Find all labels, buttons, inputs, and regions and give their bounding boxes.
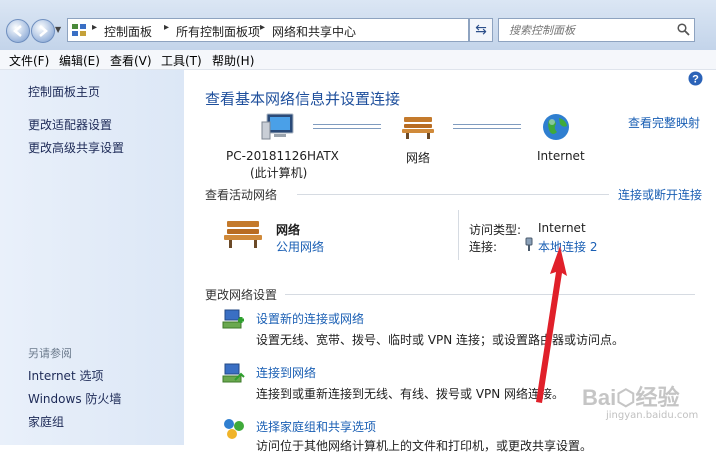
task-new-connection-link[interactable]: 设置新的连接或网络	[256, 310, 364, 327]
map-connector-line	[313, 124, 381, 129]
refresh-icon: ⇆	[475, 22, 487, 38]
map-connector-line	[453, 124, 521, 129]
section-divider	[297, 194, 609, 195]
control-panel-icon	[72, 24, 86, 36]
computer-subtitle: (此计算机)	[250, 166, 308, 180]
connect-disconnect-link[interactable]: 连接或断开连接	[618, 186, 702, 203]
breadcrumb-separator-icon: ▸	[92, 22, 98, 33]
watermark-url: jingyan.baidu.com	[606, 410, 699, 421]
address-bar-area: ▼ ▸ 控制面板 ▸ 所有控制面板项 ▸ 网络和共享中心 ▼ ⇆	[0, 0, 716, 50]
sidebar-item-homegroup[interactable]: 家庭组	[28, 413, 64, 430]
network-bench-icon[interactable]	[401, 114, 435, 140]
menu-tools[interactable]: 工具(T)	[161, 52, 202, 69]
network-label: 网络	[406, 151, 431, 165]
search-icon[interactable]	[677, 23, 690, 36]
sidebar-item-home[interactable]: 控制面板主页	[28, 83, 100, 100]
vertical-divider	[458, 210, 459, 260]
breadcrumb-control-panel[interactable]: 控制面板	[104, 23, 152, 40]
back-arrow-icon	[13, 25, 22, 37]
sidebar-item-internet-options[interactable]: Internet 选项	[28, 367, 103, 384]
internet-label: Internet	[537, 149, 585, 163]
search-input[interactable]	[507, 19, 681, 41]
sidebar-item-firewall[interactable]: Windows 防火墙	[28, 390, 121, 407]
computer-icon[interactable]	[261, 112, 295, 142]
active-networks-heading: 查看活动网络	[205, 188, 278, 202]
svg-text:?: ?	[692, 74, 699, 86]
internet-globe-icon[interactable]	[541, 112, 571, 142]
network-type-link[interactable]: 公用网络	[276, 238, 324, 255]
section-divider	[285, 294, 695, 295]
sidebar-item-advanced-sharing[interactable]: 更改高级共享设置	[28, 139, 124, 156]
refresh-button[interactable]: ⇆	[469, 18, 493, 42]
back-button[interactable]	[6, 19, 30, 43]
view-full-map-link[interactable]: 查看完整映射	[628, 114, 700, 131]
access-type-value: Internet	[538, 221, 586, 235]
homegroup-icon	[224, 419, 244, 439]
forward-button[interactable]	[31, 19, 55, 43]
breadcrumb[interactable]: ▸ 控制面板 ▸ 所有控制面板项 ▸ 网络和共享中心 ▼	[67, 18, 528, 42]
network-bench-icon	[224, 221, 262, 248]
task-connect-network-link[interactable]: 连接到网络	[256, 364, 316, 381]
watermark-logo: Bai⬡经验	[582, 385, 680, 410]
page-title: 查看基本网络信息并设置连接	[205, 90, 401, 108]
see-also-heading: 另请参阅	[28, 347, 72, 360]
change-settings-heading: 更改网络设置	[205, 288, 278, 302]
computer-name: PC-20181126HATX	[226, 149, 339, 163]
task-homegroup-link[interactable]: 选择家庭组和共享选项	[256, 418, 376, 435]
menu-file[interactable]: 文件(F)	[9, 52, 49, 69]
connections-label: 连接:	[469, 240, 498, 254]
annotation-arrow-icon	[536, 246, 567, 403]
active-network-name: 网络	[276, 223, 301, 237]
recent-pages-icon[interactable]: ▼	[55, 25, 61, 34]
breadcrumb-separator-icon: ▸	[164, 22, 170, 33]
sidebar: 控制面板主页 更改适配器设置 更改高级共享设置 另请参阅 Internet 选项…	[0, 70, 184, 445]
search-box[interactable]	[498, 18, 695, 42]
task-connect-network-desc: 连接到或重新连接到无线、有线、拨号或 VPN 网络连接。	[256, 387, 565, 401]
breadcrumb-separator-icon: ▸	[260, 22, 266, 33]
menu-help[interactable]: 帮助(H)	[212, 52, 254, 69]
menu-view[interactable]: 查看(V)	[110, 52, 152, 69]
new-connection-icon	[222, 309, 244, 329]
menu-bar: 文件(F) 编辑(E) 查看(V) 工具(T) 帮助(H)	[0, 50, 716, 70]
sidebar-item-adapter-settings[interactable]: 更改适配器设置	[28, 116, 112, 133]
connect-network-icon	[222, 363, 245, 383]
task-homegroup-desc: 访问位于其他网络计算机上的文件和打印机，或更改共享设置。	[256, 439, 593, 453]
breadcrumb-network-center[interactable]: 网络和共享中心	[272, 23, 356, 40]
access-type-label: 访问类型:	[469, 223, 522, 237]
menu-edit[interactable]: 编辑(E)	[59, 52, 100, 69]
breadcrumb-all-items[interactable]: 所有控制面板项	[176, 23, 260, 40]
help-icon[interactable]: ?	[688, 71, 703, 86]
forward-arrow-icon	[39, 25, 48, 37]
